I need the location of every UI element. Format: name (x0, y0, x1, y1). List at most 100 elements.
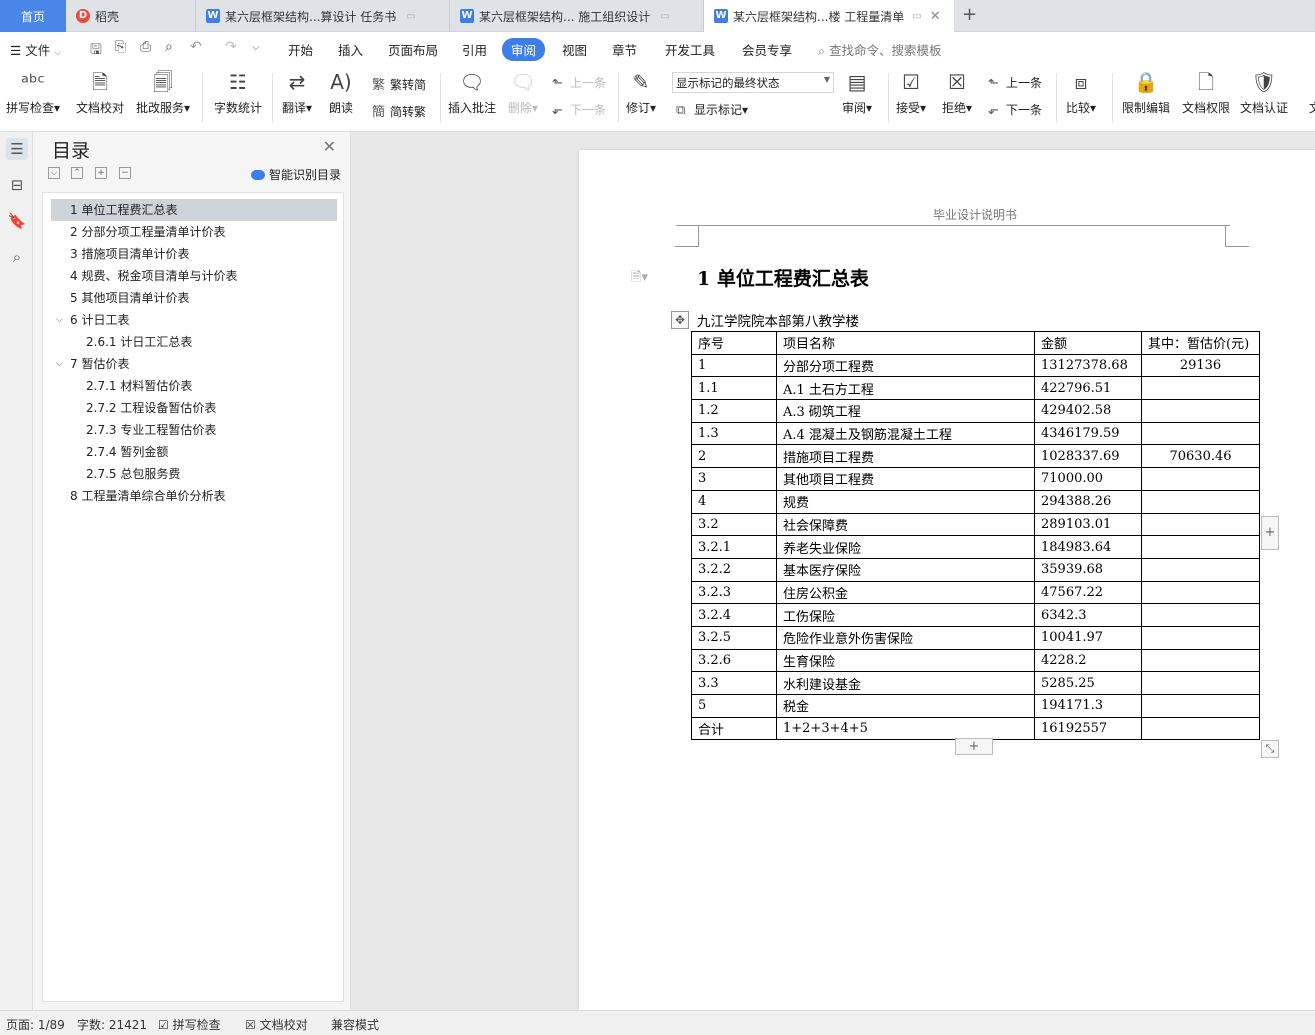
tab-pin-icon[interactable]: ▭ (406, 11, 415, 22)
toc-item[interactable]: 4 规费、税金项目清单与计价表 (51, 265, 337, 287)
table-cell[interactable]: 分部分项工程费 (776, 353, 1035, 378)
toc-item[interactable]: 2.7.4 暂列金额 (51, 441, 337, 463)
table-cell[interactable]: 6342.3 (1034, 603, 1142, 627)
toc-item[interactable]: 2.6.1 计日工汇总表 (51, 331, 337, 353)
to-simplified-button[interactable]: 簡简转繁 (372, 101, 426, 120)
table-resize-icon[interactable]: ⤡ (1261, 740, 1279, 758)
delete-comment-button[interactable]: 🗨 删除▾ (508, 69, 538, 116)
translate-button[interactable]: ⇄ 翻译▾ (282, 69, 312, 116)
table-cell[interactable]: 3.2.6 (691, 648, 777, 673)
file-menu[interactable]: ☰ 文件 ⌵ (10, 40, 61, 59)
menu-review[interactable]: 审阅 (502, 38, 546, 61)
toc-item[interactable]: 2 分部分项工程量清单计价表 (51, 221, 337, 243)
add-row-button[interactable]: + (955, 738, 993, 755)
menu-developer[interactable]: 开发工具 (665, 40, 715, 59)
table-cell[interactable]: 3.2 (691, 512, 777, 537)
table-cell[interactable]: 47567.22 (1034, 580, 1142, 605)
table-cell[interactable]: 16192557 (1034, 716, 1142, 741)
prev-comment-button[interactable]: ⬑ 上一条 (552, 74, 606, 91)
table-cell[interactable]: 基本医疗保险 (776, 557, 1035, 582)
tab-daoke[interactable]: D 稻壳 (66, 0, 196, 32)
table-cell[interactable]: 4228.2 (1034, 648, 1142, 673)
table-cell[interactable]: 29136 (1141, 353, 1260, 378)
table-cell[interactable]: 35939.68 (1034, 557, 1142, 582)
revise-service-button[interactable]: 🗐 批改服务▾ (136, 69, 190, 116)
print-preview-icon[interactable]: ⌕ (165, 39, 173, 55)
tab-home[interactable]: 首页 (0, 0, 66, 32)
table-move-icon[interactable]: ✥ (671, 311, 689, 329)
bookmark-icon[interactable]: 🔖 (6, 210, 28, 232)
toc-item[interactable]: ⌵ 6 计日工表 (51, 309, 337, 331)
tab-doc-2[interactable]: W 某六层框架结构... 施工组织设计 ▭ (450, 0, 704, 32)
prev-change-button[interactable]: ⬑ 上一条 (988, 74, 1042, 91)
table-cell[interactable]: 3.2.1 (691, 535, 777, 559)
table-cell[interactable] (1141, 557, 1260, 582)
expand-all-icon[interactable]: ⌃ (71, 167, 83, 179)
table-cell[interactable]: 危险作业意外伤害保险 (776, 625, 1035, 650)
table-cell[interactable]: 3.3 (691, 671, 777, 695)
tab-close-icon[interactable]: ✕ (930, 9, 941, 24)
table-cell[interactable]: 4346179.59 (1034, 421, 1142, 446)
restrict-editing-button[interactable]: 🔒 限制编辑 (1122, 69, 1170, 116)
to-traditional-button[interactable]: 繁繁转简 (372, 74, 426, 93)
toc-item[interactable]: 2.7.1 材料暂估价表 (51, 375, 337, 397)
reject-button[interactable]: ☒ 拒绝▾ (942, 69, 972, 116)
table-cell[interactable]: 5285.25 (1034, 671, 1142, 695)
table-cell[interactable]: 184983.64 (1034, 535, 1142, 559)
table-cell[interactable]: 1+2+3+4+5 (776, 716, 1035, 741)
table-cell[interactable]: 13127378.68 (1034, 353, 1142, 378)
tab-pin-icon[interactable]: ▭ (660, 11, 669, 22)
table-cell[interactable]: 70630.46 (1141, 444, 1260, 469)
new-tab-icon[interactable]: + (962, 4, 977, 25)
table-cell[interactable] (1141, 512, 1260, 537)
table-cell[interactable] (1141, 467, 1260, 491)
table-cell[interactable]: 422796.51 (1034, 376, 1142, 401)
table-cell[interactable]: 429402.58 (1034, 399, 1142, 423)
table-cell[interactable]: 社会保障费 (776, 512, 1035, 537)
chevron-down-icon[interactable]: ⌵ (56, 309, 63, 331)
table-cell[interactable]: 工伤保险 (776, 603, 1035, 627)
tab-pin-icon[interactable]: ▭ (912, 11, 921, 22)
toc-panel-icon[interactable]: ☰ (6, 138, 28, 160)
toc-item[interactable]: 3 措施项目清单计价表 (51, 243, 337, 265)
table-cell[interactable]: 合计 (691, 716, 777, 741)
table-cell[interactable] (1141, 580, 1260, 605)
table-cell[interactable]: 4 (691, 489, 777, 514)
table-cell[interactable]: 水利建设基金 (776, 671, 1035, 695)
close-icon[interactable]: ✕ (323, 137, 336, 156)
insert-comment-button[interactable]: 🗨 插入批注 (448, 69, 496, 116)
table-cell[interactable] (1141, 489, 1260, 514)
toc-item[interactable]: 8 工程量清单综合单价分析表 (51, 485, 337, 507)
toc-item[interactable]: 2.7.5 总包服务费 (51, 463, 337, 485)
toc-item[interactable]: 2.7.3 专业工程暂估价表 (51, 419, 337, 441)
display-state-select[interactable]: 显示标记的最终状态 ▼ (672, 72, 834, 93)
menu-insert[interactable]: 插入 (338, 40, 363, 59)
quick-access-more-icon[interactable]: ⌵ (252, 42, 260, 53)
save-icon[interactable]: 🖫 (90, 39, 102, 63)
table-cell[interactable]: 2 (691, 444, 777, 469)
table-cell[interactable]: 5 (691, 694, 777, 718)
table-cell[interactable] (1141, 421, 1260, 446)
read-aloud-button[interactable]: A) 朗读 (328, 69, 354, 116)
doc-proof-button[interactable]: 🗎 文档校对 (76, 69, 124, 116)
menu-start[interactable]: 开始 (288, 40, 313, 59)
add-column-button[interactable]: + (1261, 516, 1279, 550)
menu-layout[interactable]: 页面布局 (388, 40, 438, 59)
table-cell[interactable]: 其他项目工程费 (776, 467, 1035, 491)
document-page[interactable]: 毕业设计说明书 🗎▾ 1 单位工程费汇总表 ✥ 九江学院院本部第八教学楼 序号项… (579, 150, 1315, 1010)
toc-item[interactable]: 5 其他项目清单计价表 (51, 287, 337, 309)
spell-check-button[interactable]: ᵃᵇᶜ 拼写检查▾ (6, 69, 60, 116)
toc-item[interactable]: 1 单位工程费汇总表 (51, 199, 337, 221)
word-count-button[interactable]: ☷ 字数统计 (214, 69, 262, 116)
table-cell[interactable]: 其中：暂估价(元) (1141, 331, 1260, 355)
table-cell[interactable] (1141, 399, 1260, 423)
table-cell[interactable]: 规费 (776, 489, 1035, 514)
table-cell[interactable]: A.3 砌筑工程 (776, 399, 1035, 423)
table-cell[interactable]: 289103.01 (1034, 512, 1142, 537)
redo-icon[interactable]: ↷ (225, 39, 237, 55)
table-cell[interactable]: 措施项目工程费 (776, 444, 1035, 469)
next-comment-button[interactable]: ⬐ 下一条 (552, 101, 606, 118)
toc-item[interactable]: ⌵ 7 暂估价表 (51, 353, 337, 375)
table-cell[interactable]: 1028337.69 (1034, 444, 1142, 469)
track-changes-button[interactable]: ✎ 修订▾ (626, 69, 656, 116)
